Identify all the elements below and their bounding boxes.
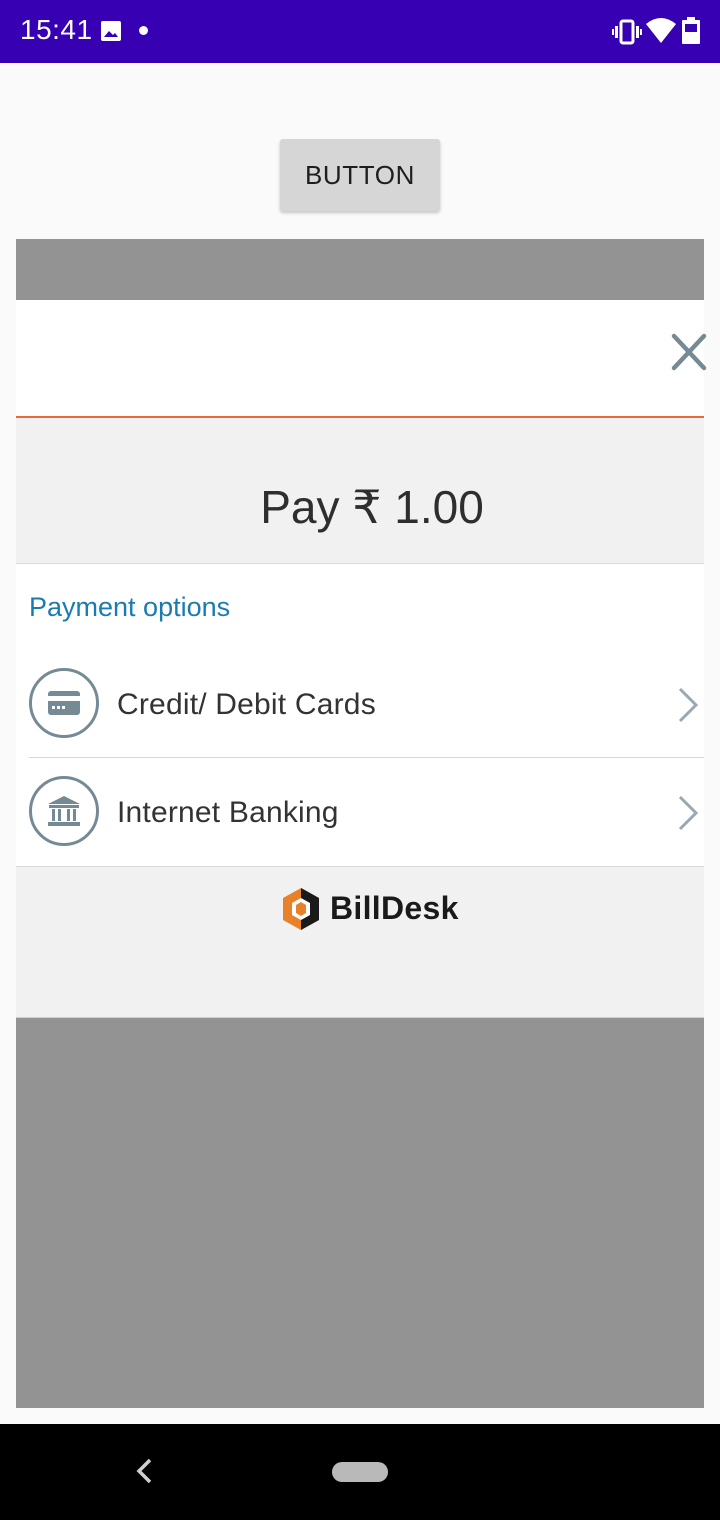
back-icon[interactable] xyxy=(132,1456,156,1486)
option-credit-debit-cards[interactable]: Credit/ Debit Cards xyxy=(29,650,704,758)
battery-icon xyxy=(682,17,700,44)
pay-amount-area: Pay ₹ 1.00 xyxy=(16,418,704,564)
vibrate-icon xyxy=(612,19,642,45)
chevron-right-icon xyxy=(678,795,699,831)
status-bar: 15:41 xyxy=(0,0,720,63)
modal-footer: BillDesk xyxy=(16,868,704,1018)
card-icon xyxy=(29,668,99,738)
bank-icon xyxy=(29,776,99,846)
main-button[interactable]: BUTTON xyxy=(280,139,440,211)
close-icon[interactable] xyxy=(668,330,708,374)
pay-amount: Pay ₹ 1.00 xyxy=(260,481,484,533)
payment-options: Payment options Credit/ Debit Cards Inte… xyxy=(16,563,704,867)
billdesk-logo-icon xyxy=(283,888,319,930)
option-internet-banking[interactable]: Internet Banking xyxy=(29,758,704,866)
chevron-right-icon xyxy=(678,687,699,723)
dot-icon xyxy=(139,26,148,35)
status-time: 15:41 xyxy=(20,14,93,45)
payment-options-title: Payment options xyxy=(29,592,231,622)
payment-modal: Pay ₹ 1.00 Payment options Credit/ Debit… xyxy=(16,300,707,1018)
option-label: Credit/ Debit Cards xyxy=(117,688,376,721)
option-label: Internet Banking xyxy=(117,796,339,829)
brand-name: BillDesk xyxy=(330,890,459,926)
home-pill[interactable] xyxy=(332,1462,388,1482)
modal-header xyxy=(16,300,707,418)
wifi-icon xyxy=(646,18,676,43)
photo-icon xyxy=(101,21,121,41)
